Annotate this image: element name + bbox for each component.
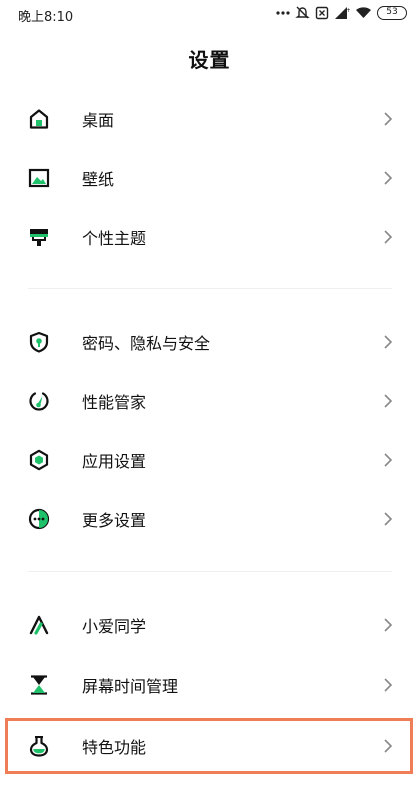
xiaoai-icon bbox=[28, 614, 50, 636]
chevron-right-icon bbox=[383, 452, 393, 468]
settings-item-label: 更多设置 bbox=[82, 510, 147, 530]
settings-item-label: 小爱同学 bbox=[82, 616, 147, 636]
svg-text:+: + bbox=[346, 7, 350, 14]
status-bar: 晚上8:10 + 53 bbox=[0, 0, 419, 30]
settings-item-label: 性能管家 bbox=[82, 392, 147, 412]
settings-item-app-settings[interactable]: 应用设置 bbox=[0, 430, 419, 489]
signal-icon: + bbox=[334, 6, 350, 20]
settings-item-more-settings[interactable]: 更多设置 bbox=[0, 489, 419, 548]
theme-brush-icon bbox=[28, 226, 50, 248]
mute-icon bbox=[295, 5, 310, 20]
settings-item-label: 屏幕时间管理 bbox=[82, 676, 179, 696]
gauge-icon bbox=[28, 390, 50, 412]
wifi-icon bbox=[355, 6, 372, 19]
sim-off-icon bbox=[315, 6, 329, 20]
settings-item-performance[interactable]: 性能管家 bbox=[0, 371, 419, 430]
hourglass-icon bbox=[28, 674, 50, 696]
settings-item-label: 桌面 bbox=[82, 110, 115, 130]
settings-item-wallpaper[interactable]: 壁纸 bbox=[0, 148, 419, 207]
home-icon bbox=[28, 108, 50, 130]
settings-item-label: 个性主题 bbox=[82, 228, 147, 248]
page-title: 设置 bbox=[188, 48, 231, 72]
settings-item-special-features[interactable]: 特色功能 bbox=[0, 716, 419, 775]
status-icons: + 53 bbox=[276, 5, 407, 20]
chevron-right-icon bbox=[383, 677, 393, 693]
more-circle-icon bbox=[28, 508, 50, 530]
settings-item-label: 应用设置 bbox=[82, 451, 147, 471]
chevron-right-icon bbox=[383, 617, 393, 633]
settings-item-screen-time[interactable]: 屏幕时间管理 bbox=[0, 655, 419, 714]
settings-item-label: 壁纸 bbox=[82, 169, 115, 189]
wallpaper-icon bbox=[28, 167, 50, 189]
settings-item-desktop[interactable]: 桌面 bbox=[0, 89, 419, 148]
chevron-right-icon bbox=[383, 229, 393, 245]
flask-icon bbox=[28, 735, 50, 757]
chevron-right-icon bbox=[383, 334, 393, 350]
chevron-right-icon bbox=[383, 393, 393, 409]
status-time: 晚上8:10 bbox=[18, 10, 74, 25]
settings-item-label: 密码、隐私与安全 bbox=[82, 333, 211, 353]
hexagon-icon bbox=[28, 449, 50, 471]
chevron-right-icon bbox=[383, 738, 393, 754]
settings-item-privacy-security[interactable]: 密码、隐私与安全 bbox=[0, 312, 419, 371]
settings-item-xiaoai[interactable]: 小爱同学 bbox=[0, 595, 419, 654]
chevron-right-icon bbox=[383, 170, 393, 186]
more-dots-icon bbox=[276, 10, 290, 16]
chevron-right-icon bbox=[383, 511, 393, 527]
settings-item-label: 特色功能 bbox=[82, 737, 147, 757]
shield-lock-icon bbox=[28, 331, 50, 353]
section-divider bbox=[28, 288, 392, 289]
section-divider bbox=[28, 571, 392, 572]
battery-icon: 53 bbox=[377, 5, 407, 20]
settings-item-themes[interactable]: 个性主题 bbox=[0, 207, 419, 266]
chevron-right-icon bbox=[383, 111, 393, 127]
